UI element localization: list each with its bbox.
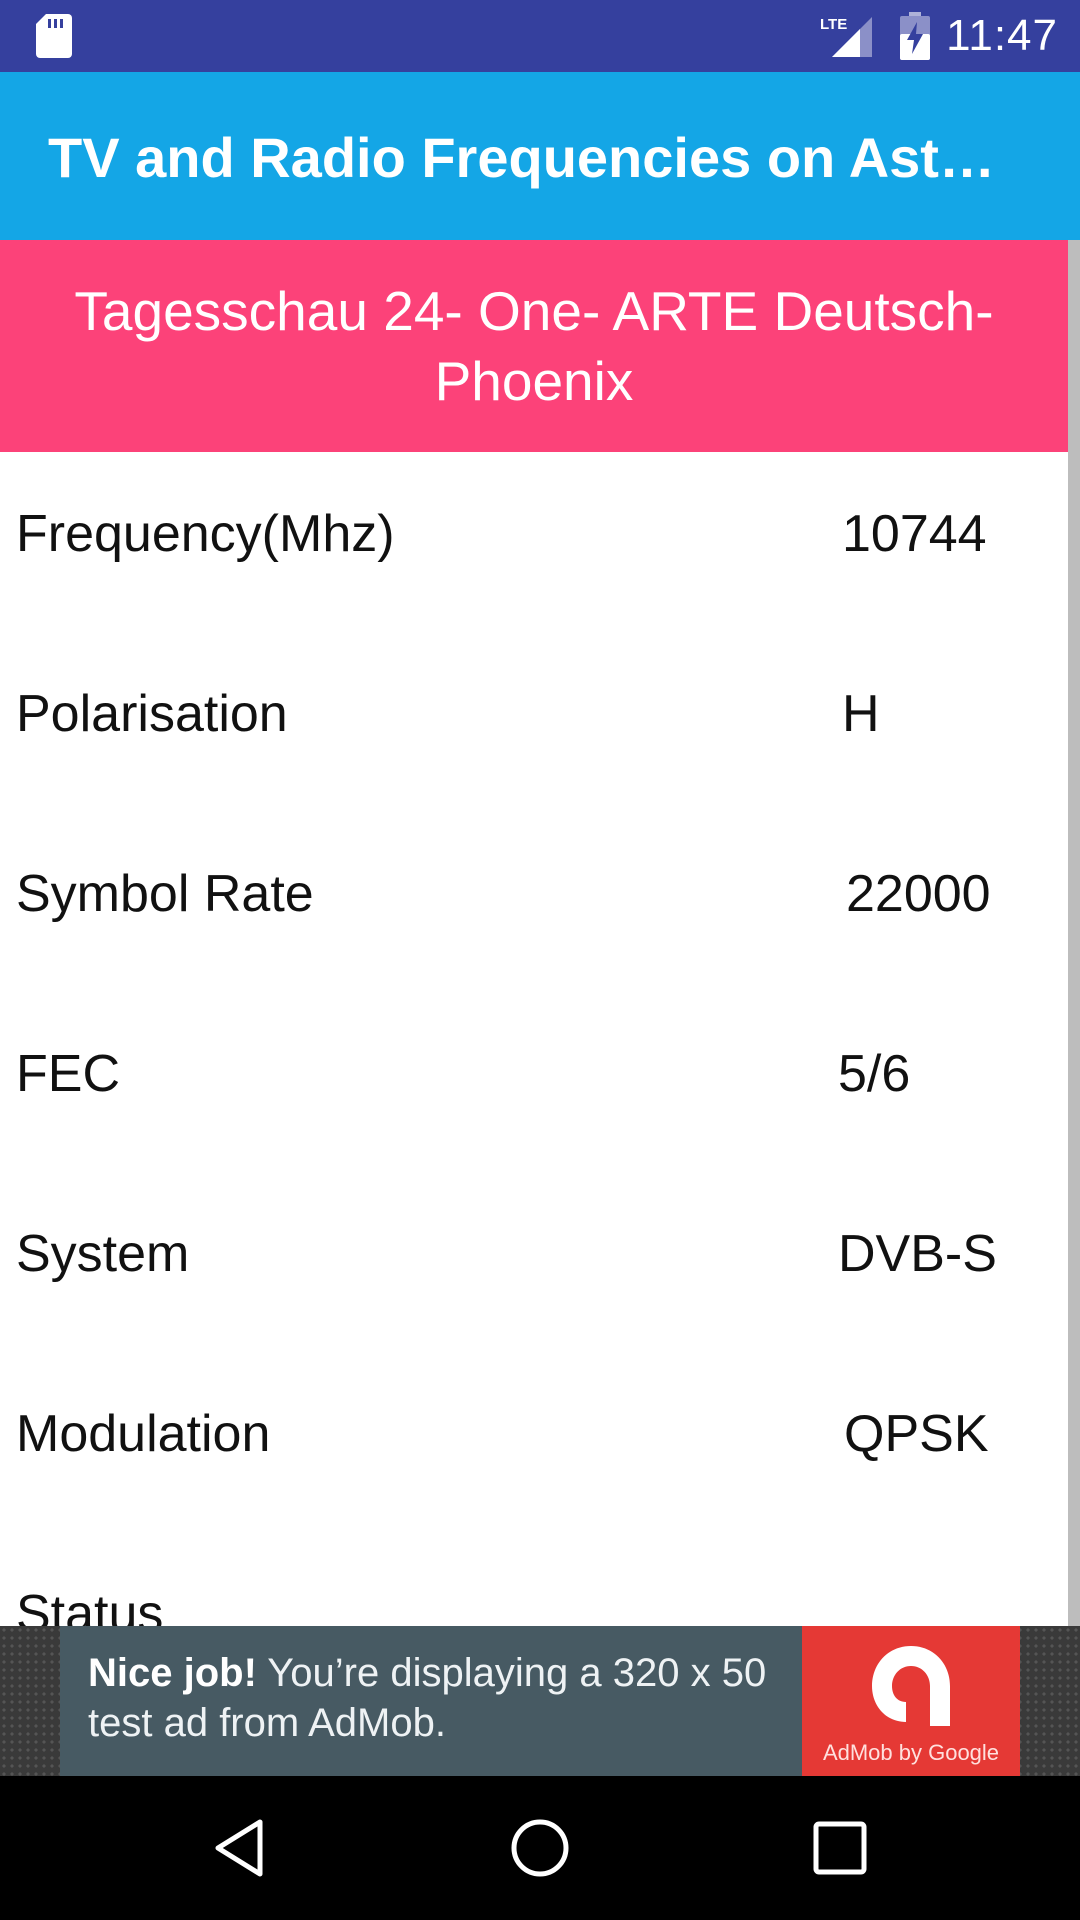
detail-list: Frequency(Mhz) 10744 Polarisation H Symb… bbox=[0, 452, 1068, 1626]
back-icon[interactable] bbox=[210, 1816, 274, 1880]
detail-label: Frequency(Mhz) bbox=[16, 505, 395, 563]
navigation-bar bbox=[0, 1776, 1080, 1920]
app-bar: TV and Radio Frequencies on Astra 19.2°E bbox=[0, 72, 1080, 240]
detail-row-status: Status bbox=[0, 1532, 1068, 1626]
app-title: TV and Radio Frequencies on Astra 19.2°E bbox=[48, 126, 1008, 189]
channel-header: Tagesschau 24- One- ARTE Deutsch- Phoeni… bbox=[0, 240, 1068, 452]
detail-row-modulation: Modulation QPSK bbox=[0, 1352, 1068, 1532]
detail-row-system: System DVB-S bbox=[0, 1172, 1068, 1352]
detail-value: QPSK bbox=[844, 1405, 989, 1463]
app-screen: LTE 11:47 TV and Radio Frequencies on As… bbox=[0, 0, 1080, 1920]
network-label: LTE bbox=[820, 16, 847, 33]
admob-caption: AdMob by Google bbox=[822, 1740, 1000, 1765]
scrollbar[interactable] bbox=[1068, 240, 1080, 1626]
detail-value: DVB-S bbox=[838, 1225, 997, 1283]
detail-label: Symbol Rate bbox=[16, 865, 314, 923]
detail-value: 5/6 bbox=[838, 1045, 911, 1103]
admob-logo-icon bbox=[872, 1646, 950, 1726]
detail-value: 10744 bbox=[842, 505, 987, 563]
detail-label: System bbox=[16, 1225, 190, 1283]
detail-label: FEC bbox=[16, 1045, 120, 1103]
detail-row-fec: FEC 5/6 bbox=[0, 992, 1068, 1172]
ad-banner[interactable]: Nice job! You’re displaying a 320 x 50 t… bbox=[60, 1626, 1020, 1776]
battery-charging-icon bbox=[900, 12, 931, 60]
ad-headline: Nice job! bbox=[88, 1651, 257, 1695]
status-bar: LTE 11:47 bbox=[0, 0, 1080, 72]
status-icons: LTE 11:47 bbox=[820, 0, 1058, 72]
home-icon[interactable] bbox=[508, 1816, 572, 1880]
detail-label: Modulation bbox=[16, 1405, 271, 1463]
detail-row-frequency: Frequency(Mhz) 10744 bbox=[0, 452, 1068, 632]
detail-scroll-view[interactable]: Tagesschau 24- One- ARTE Deutsch- Phoeni… bbox=[0, 240, 1080, 1626]
detail-label: Status bbox=[16, 1585, 164, 1626]
sd-card-icon bbox=[36, 14, 72, 58]
admob-logo: AdMob by Google bbox=[802, 1626, 1020, 1776]
detail-label: Polarisation bbox=[16, 685, 288, 743]
channel-name: Tagesschau 24- One- ARTE Deutsch- Phoeni… bbox=[74, 280, 994, 412]
ad-text: Nice job! You’re displaying a 320 x 50 t… bbox=[88, 1648, 828, 1748]
detail-row-polarisation: Polarisation H bbox=[0, 632, 1068, 812]
lte-signal-icon: LTE bbox=[820, 16, 873, 57]
detail-row-symbol-rate: Symbol Rate 22000 bbox=[0, 812, 1068, 992]
status-clock: 11:47 bbox=[946, 11, 1058, 60]
ad-container: Nice job! You’re displaying a 320 x 50 t… bbox=[0, 1626, 1080, 1776]
detail-value: 22000 bbox=[846, 865, 991, 923]
recents-icon[interactable] bbox=[808, 1816, 872, 1880]
detail-value: H bbox=[842, 685, 880, 743]
